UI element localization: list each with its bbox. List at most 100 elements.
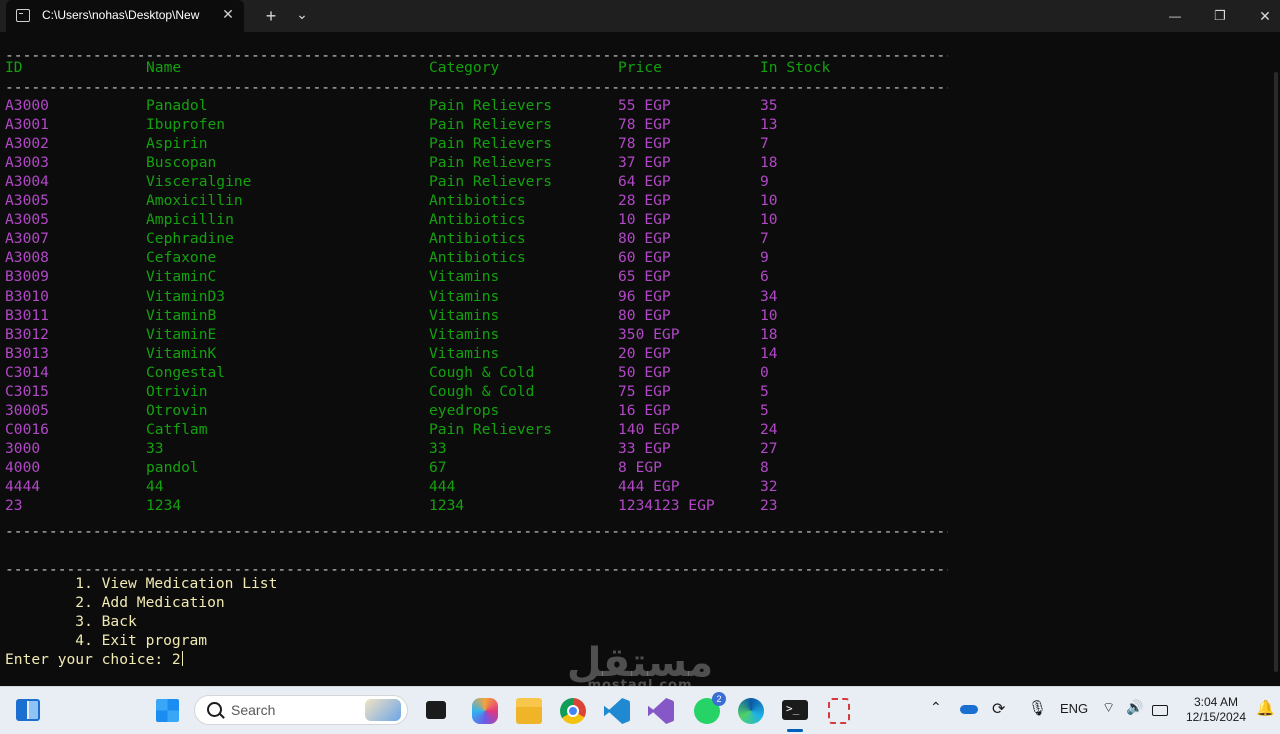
cell-category: Antibiotics	[429, 230, 526, 248]
cell-price: 64 EGP	[618, 173, 671, 191]
table-row: A3003 Buscopan Pain Relievers 37 EGP 18	[0, 154, 960, 173]
cell-id: A3002	[5, 135, 49, 153]
vscode-icon[interactable]	[604, 698, 630, 724]
table-row: C3015 Otrivin Cough & Cold 75 EGP 5	[0, 383, 960, 402]
widgets-icon[interactable]	[16, 699, 40, 721]
cell-category: Vitamins	[429, 325, 500, 343]
cell-price: 1234123 EGP	[618, 497, 715, 515]
cell-price: 80 EGP	[618, 306, 671, 324]
start-icon[interactable]	[156, 699, 179, 722]
table-row: C3014 Congestal Cough & Cold 50 EGP 0	[0, 364, 960, 383]
cell-id: A3001	[5, 116, 49, 134]
search-box[interactable]: Search	[194, 695, 408, 725]
wifi-icon[interactable]: ⌔	[1102, 699, 1115, 717]
cell-stock: 18	[760, 325, 778, 343]
tab-title: C:\Users\nohas\Desktop\New	[42, 8, 200, 22]
battery-icon[interactable]	[1152, 705, 1168, 716]
table-row: 4000 pandol 67 8 EGP 8	[0, 459, 960, 478]
volume-icon[interactable]: 🔊	[1126, 699, 1143, 716]
system-clock[interactable]: 3:04 AM 12/15/2024	[1180, 695, 1252, 725]
terminal-tab[interactable]: C:\Users\nohas\Desktop\New ✕	[6, 0, 244, 32]
cell-category: Pain Relievers	[429, 135, 553, 153]
table-row: A3008 Cefaxone Antibiotics 60 EGP 9	[0, 249, 960, 268]
table-row: 23 1234 1234 1234123 EGP 23	[0, 497, 960, 516]
cell-name: VitaminC	[146, 268, 217, 286]
cell-name: 44	[146, 478, 164, 495]
table-row: A3000 Panadol Pain Relievers 55 EGP 35	[0, 97, 960, 116]
cell-price: 16 EGP	[618, 401, 671, 419]
separator-line: ----------------------------------------…	[5, 79, 948, 96]
cell-price: 37 EGP	[618, 154, 671, 172]
watermark-logo: مستقلmostaql.com	[560, 640, 720, 693]
microphone-icon[interactable]: 🎙	[1028, 699, 1047, 717]
choice-prompt[interactable]: Enter your choice: 2	[5, 650, 183, 669]
header-name: Name	[146, 59, 182, 76]
cell-id: B3013	[5, 344, 49, 362]
cell-stock: 6	[760, 268, 769, 286]
header-stock: In Stock	[760, 59, 831, 76]
table-row: B3011 VitaminB Vitamins 80 EGP 10	[0, 307, 960, 326]
cell-id: B3009	[5, 268, 49, 286]
terminal-tab-icon	[16, 9, 30, 22]
cell-stock: 18	[760, 154, 778, 172]
table-row: 3000 33 33 33 EGP 27	[0, 440, 960, 459]
cell-category: Pain Relievers	[429, 97, 553, 114]
table-row: A3007 Cephradine Antibiotics 80 EGP 7	[0, 230, 960, 249]
visual-studio-icon[interactable]	[648, 698, 674, 724]
table-header-row: ID Name Category Price In Stock	[0, 59, 960, 78]
tab-close-icon[interactable]: ✕	[220, 5, 236, 23]
show-hidden-icons-chevron-icon[interactable]: ⌃	[930, 699, 942, 716]
edge-icon[interactable]	[738, 698, 764, 724]
minimize-button[interactable]: —	[1160, 0, 1190, 32]
snipping-tool-icon[interactable]	[828, 698, 850, 724]
search-icon	[207, 702, 222, 717]
table-row: 30005 Otrovin eyedrops 16 EGP 5	[0, 402, 960, 421]
table-row: B3010 VitaminD3 Vitamins 96 EGP 34	[0, 288, 960, 307]
cell-id: A3000	[5, 97, 49, 114]
table-row: B3009 VitaminC Vitamins 65 EGP 6	[0, 268, 960, 287]
cell-name: Amoxicillin	[146, 192, 243, 210]
scrollbar[interactable]	[1274, 72, 1278, 672]
cell-name: 1234	[146, 497, 182, 515]
close-button[interactable]: ✕	[1250, 0, 1280, 32]
cell-category: Pain Relievers	[429, 173, 553, 191]
cell-price: 65 EGP	[618, 268, 671, 286]
cell-name: Aspirin	[146, 135, 208, 153]
cell-category: Pain Relievers	[429, 420, 553, 438]
copilot-icon[interactable]	[472, 698, 498, 724]
notification-bell-icon[interactable]: 🔔	[1256, 699, 1275, 717]
cell-name: VitaminE	[146, 325, 217, 343]
cell-id: A3003	[5, 154, 49, 172]
cell-name: 33	[146, 439, 164, 457]
cell-stock: 5	[760, 401, 769, 419]
clock-date: 12/15/2024	[1185, 710, 1247, 724]
cell-price: 10 EGP	[618, 211, 671, 229]
cell-stock: 23	[760, 497, 778, 515]
sync-icon[interactable]: ⟳	[992, 699, 1005, 719]
task-view-icon[interactable]	[426, 701, 446, 719]
maximize-button[interactable]: ❐	[1205, 0, 1235, 32]
cell-id: C3015	[5, 382, 49, 400]
cell-category: Pain Relievers	[429, 116, 553, 134]
tab-dropdown-icon[interactable]: ⌄	[290, 0, 314, 32]
file-explorer-icon[interactable]	[516, 698, 542, 724]
terminal-output[interactable]: ----------------------------------------…	[0, 32, 1280, 686]
cell-stock: 32	[760, 478, 778, 495]
cell-name: Visceralgine	[146, 173, 252, 191]
cell-name: Cefaxone	[146, 249, 217, 267]
menu-option-view: 1. View Medication List	[5, 575, 278, 592]
cell-price: 444 EGP	[618, 478, 680, 495]
onedrive-icon[interactable]	[960, 705, 978, 714]
table-row: B3013 VitaminK Vitamins 20 EGP 14	[0, 345, 960, 364]
chrome-icon[interactable]	[560, 698, 586, 724]
new-tab-button[interactable]: +	[258, 0, 284, 32]
cell-id: A3004	[5, 173, 49, 191]
cell-category: Cough & Cold	[429, 363, 535, 381]
whatsapp-icon[interactable]: 2	[694, 692, 726, 724]
cell-name: VitaminB	[146, 306, 217, 324]
cell-price: 20 EGP	[618, 344, 671, 362]
table-row: A3004 Visceralgine Pain Relievers 64 EGP 9	[0, 173, 960, 192]
language-indicator[interactable]: ENG	[1060, 701, 1088, 716]
cell-category: 33	[429, 439, 447, 457]
terminal-icon[interactable]: >_	[782, 700, 808, 720]
